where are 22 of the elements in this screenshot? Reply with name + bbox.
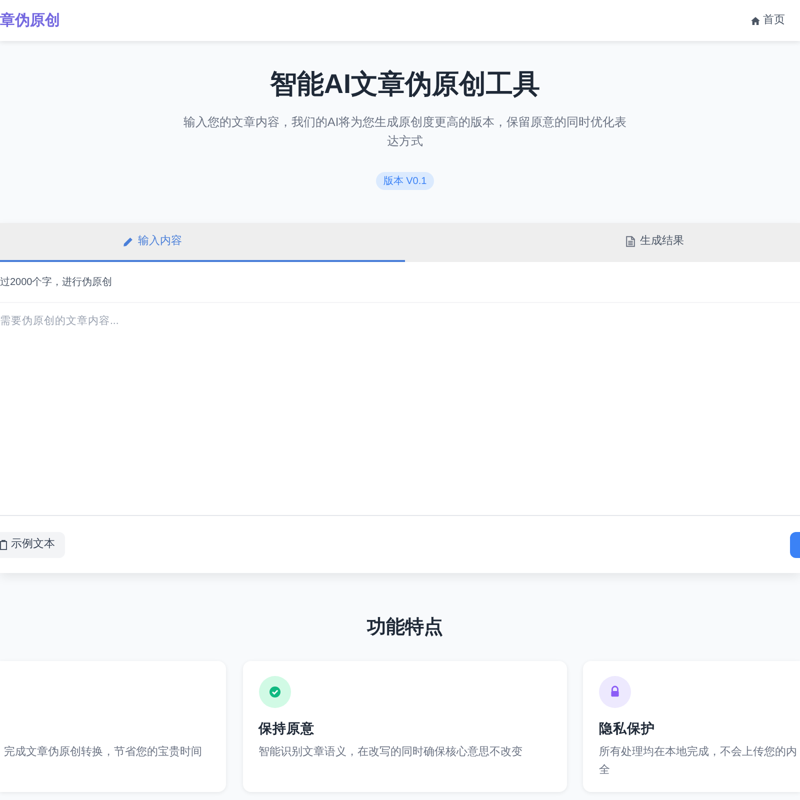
page-title: 智能AI文章伪原创工具: [270, 68, 540, 100]
sample-text-button[interactable]: 示例文本: [0, 532, 65, 558]
document-icon: [626, 236, 635, 247]
section-title: 功能特点: [366, 616, 444, 640]
page-subtitle: 输入您的文章内容，我们的AI将为您生成原创度更高的版本，保留原意的同时优化表达方式: [182, 114, 628, 150]
tab[interactable]: 输入内容: [0, 223, 405, 262]
feature-title: 保持原意: [258, 720, 316, 738]
logo-text[interactable]: 章伪原创: [0, 13, 60, 28]
lock-icon: [599, 676, 631, 708]
pencil-icon: [123, 236, 133, 246]
hint-text: 过2000个字，进行伪原创: [0, 276, 112, 290]
tab[interactable]: 生成结果: [405, 223, 800, 262]
home-icon: [751, 16, 760, 24]
feature-description: 智能识别文章语义，在改写的同时确保核心意思不改变: [258, 744, 524, 760]
check-circle-icon: [258, 676, 290, 708]
home-link[interactable]: 首页: [751, 15, 785, 26]
clipboard-icon: [0, 540, 7, 550]
feature-title: 隐私保护: [599, 720, 656, 738]
version-badge: 版本 V0.1: [376, 172, 434, 190]
feature-description: 完成文章伪原创转换，节省您的宝贵时间: [4, 744, 203, 760]
primary-button[interactable]: [790, 532, 800, 558]
feature-description: 所有处理均在本地完成，不会上传您的内 全: [599, 744, 798, 778]
